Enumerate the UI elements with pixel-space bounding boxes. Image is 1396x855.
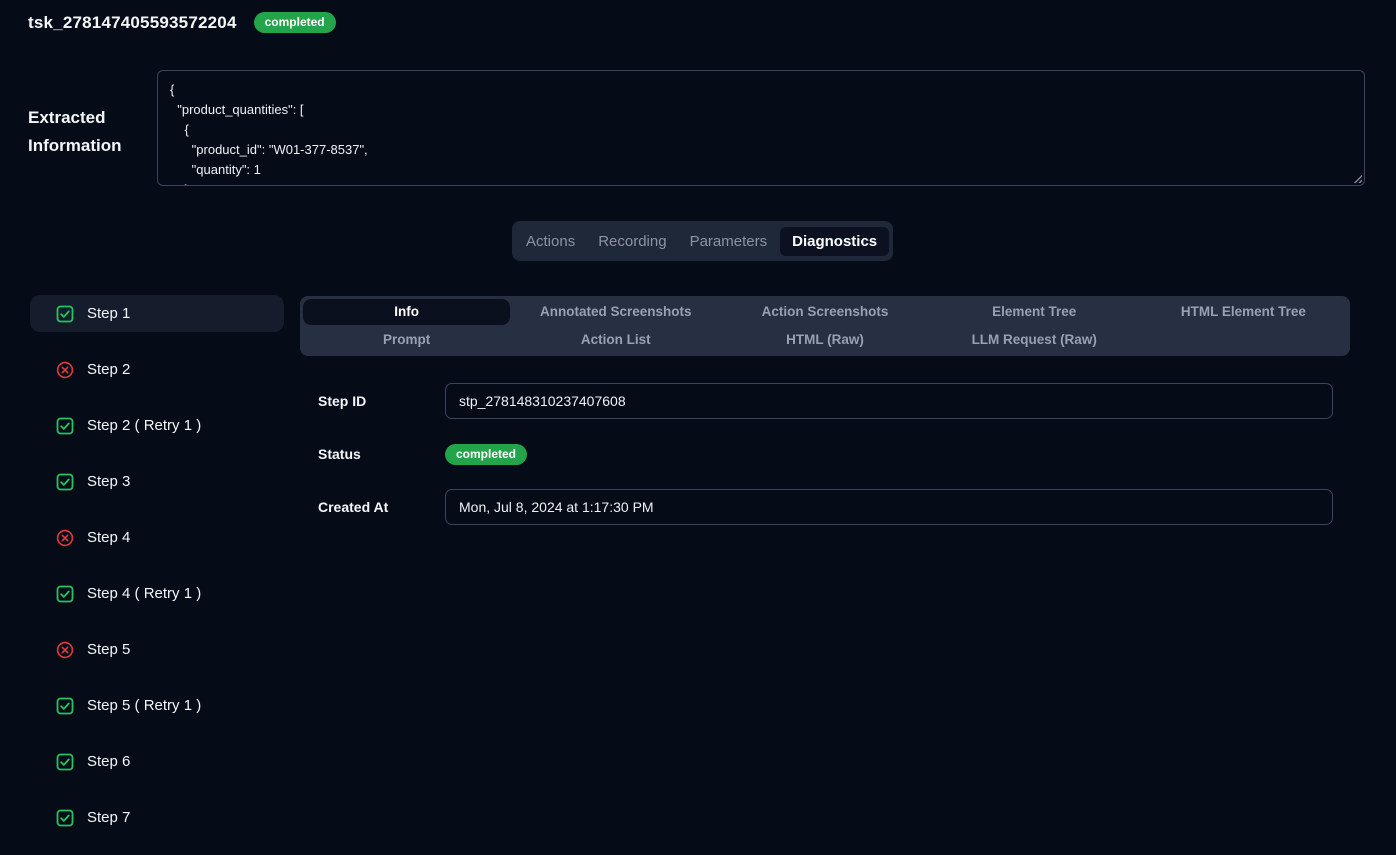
check-square-icon (56, 417, 74, 435)
step-label: Step 4 (87, 529, 130, 546)
step-label: Step 3 (87, 473, 130, 490)
extracted-information-textarea-wrap: { "product_quantities": [ { "product_id"… (157, 70, 1365, 186)
step-label: Step 5 ( Retry 1 ) (87, 697, 201, 714)
created-at-label: Created At (300, 499, 445, 515)
main-tab-bar: Actions Recording Parameters Diagnostics (512, 221, 893, 261)
extracted-information-section: Extracted Information { "product_quantit… (28, 70, 1365, 186)
page-header: tsk_278147405593572204 completed (28, 12, 336, 33)
sidebar-step-5-retry-1[interactable]: Step 5 ( Retry 1 ) (30, 687, 284, 724)
sidebar-step-6[interactable]: Step 6 (30, 743, 284, 780)
sidebar-step-7[interactable]: Step 7 (30, 799, 284, 836)
task-id-title: tsk_278147405593572204 (28, 13, 237, 33)
check-square-icon (56, 753, 74, 771)
step-label: Step 2 (87, 361, 130, 378)
sidebar-step-1[interactable]: Step 1 (30, 295, 284, 332)
subtab-action-list[interactable]: Action List (511, 326, 720, 354)
tab-recording[interactable]: Recording (588, 227, 676, 256)
tab-actions[interactable]: Actions (516, 227, 585, 256)
task-status-badge: completed (254, 12, 336, 33)
subtab-action-screenshots[interactable]: Action Screenshots (720, 298, 929, 326)
step-label: Step 1 (87, 305, 130, 322)
step-id-input[interactable] (445, 383, 1333, 419)
sidebar-step-3[interactable]: Step 3 (30, 463, 284, 500)
step-label: Step 2 ( Retry 1 ) (87, 417, 201, 434)
subtab-prompt[interactable]: Prompt (302, 326, 511, 354)
step-label: Step 4 ( Retry 1 ) (87, 585, 201, 602)
subtab-info[interactable]: Info (303, 299, 510, 325)
diagnostics-subtab-bar: Info Annotated Screenshots Action Screen… (300, 296, 1350, 356)
step-label: Step 5 (87, 641, 130, 658)
check-square-icon (56, 697, 74, 715)
created-at-row: Created At (300, 489, 1350, 525)
check-square-icon (56, 305, 74, 323)
step-label: Step 6 (87, 753, 130, 770)
tab-diagnostics[interactable]: Diagnostics (780, 227, 889, 256)
sidebar-step-4[interactable]: Step 4 (30, 519, 284, 556)
subtab-llm-request-raw[interactable]: LLM Request (Raw) (930, 326, 1139, 354)
sidebar-step-4-retry-1[interactable]: Step 4 ( Retry 1 ) (30, 575, 284, 612)
subtab-annotated-screenshots[interactable]: Annotated Screenshots (511, 298, 720, 326)
check-square-icon (56, 809, 74, 827)
status-row: Status completed (300, 436, 1350, 472)
x-circle-icon (56, 641, 74, 659)
tab-parameters[interactable]: Parameters (680, 227, 778, 256)
status-label: Status (300, 446, 445, 462)
sidebar-step-2-retry-1[interactable]: Step 2 ( Retry 1 ) (30, 407, 284, 444)
check-square-icon (56, 473, 74, 491)
subtab-element-tree[interactable]: Element Tree (930, 298, 1139, 326)
sidebar-step-5[interactable]: Step 5 (30, 631, 284, 668)
subtab-html-element-tree[interactable]: HTML Element Tree (1139, 298, 1348, 326)
subtab-html-raw[interactable]: HTML (Raw) (720, 326, 929, 354)
sidebar-step-2[interactable]: Step 2 (30, 351, 284, 388)
info-fields: Step ID Status completed Created At (300, 383, 1350, 525)
x-circle-icon (56, 361, 74, 379)
x-circle-icon (56, 529, 74, 547)
step-id-label: Step ID (300, 393, 445, 409)
step-id-row: Step ID (300, 383, 1350, 419)
extracted-information-label: Extracted Information (28, 70, 157, 186)
extracted-information-textarea[interactable]: { "product_quantities": [ { "product_id"… (157, 70, 1365, 186)
step-status-badge: completed (445, 444, 527, 465)
step-label: Step 7 (87, 809, 130, 826)
created-at-input[interactable] (445, 489, 1333, 525)
check-square-icon (56, 585, 74, 603)
steps-sidebar: Step 1 Step 2 Step 2 ( Retry 1 ) Step 3 … (30, 295, 284, 855)
diagnostics-panel: Info Annotated Screenshots Action Screen… (300, 296, 1350, 525)
